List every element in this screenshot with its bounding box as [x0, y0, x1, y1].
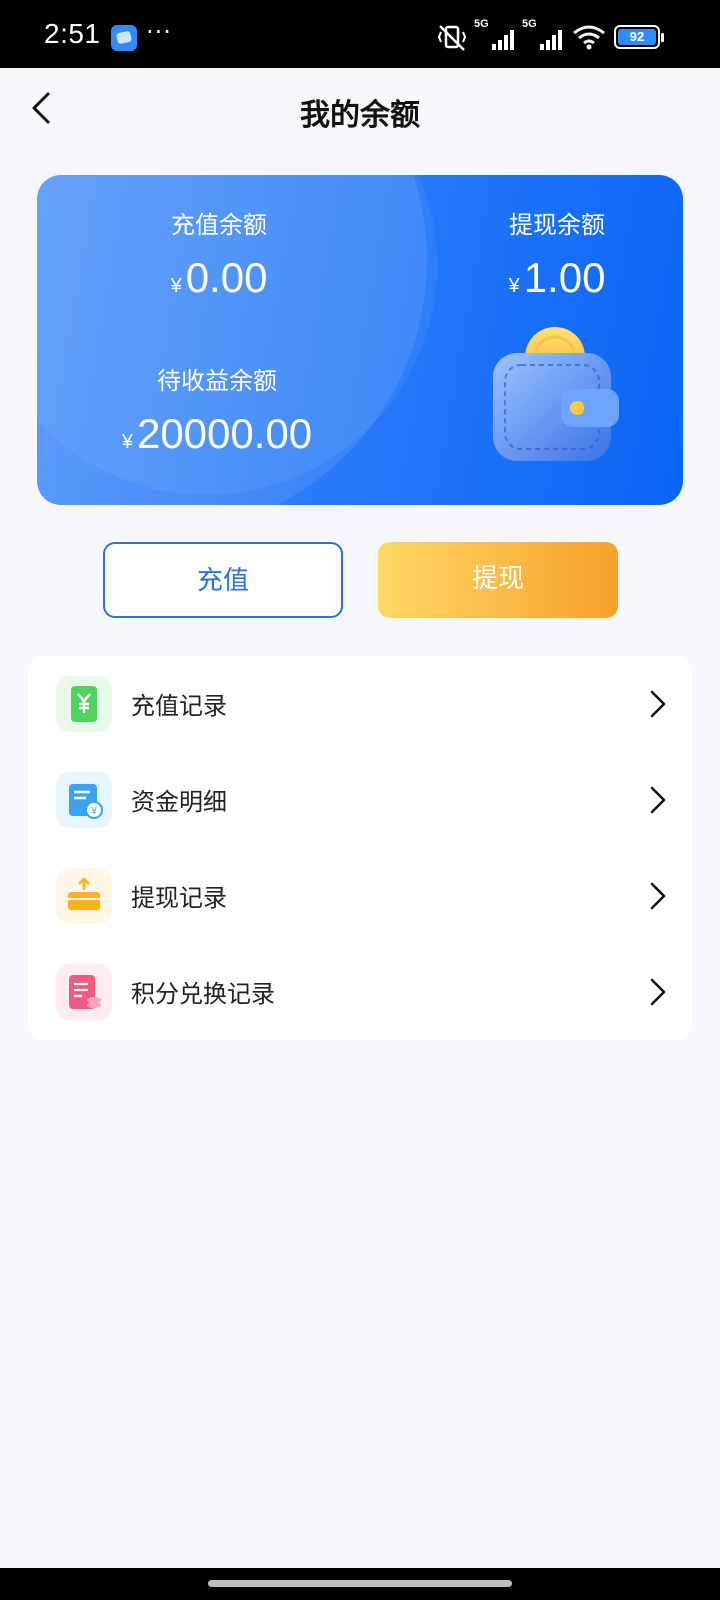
recharge-balance-label: 充值余额	[171, 211, 267, 239]
menu-item-fund-detail[interactable]: ¥ 资金明细	[28, 752, 692, 848]
record-menu: 充值记录 ¥ 资金明细 提现记录 积分兑换记录	[28, 656, 692, 1040]
menu-item-label: 资金明细	[131, 788, 227, 816]
app-notification-icon	[111, 25, 137, 51]
points-exchange-icon	[56, 964, 112, 1020]
page-title: 我的余额	[300, 98, 420, 133]
withdraw-balance-label: 提现余额	[509, 211, 605, 239]
svg-text:¥: ¥	[90, 806, 97, 817]
signal-icon-2: 5G	[522, 18, 566, 50]
recharge-button[interactable]: 充值	[103, 542, 343, 618]
menu-item-recharge-record[interactable]: 充值记录	[28, 656, 692, 752]
battery-icon: 92	[614, 25, 664, 49]
chevron-right-icon	[650, 978, 666, 1006]
nav-header: 我的余额	[0, 68, 720, 152]
recharge-balance: 充值余额 ¥0.00	[119, 205, 319, 302]
menu-item-label: 积分兑换记录	[131, 980, 275, 1008]
menu-item-label: 充值记录	[131, 692, 227, 720]
withdraw-record-icon	[56, 868, 112, 924]
withdraw-button[interactable]: 提现	[378, 542, 618, 618]
menu-item-withdraw-record[interactable]: 提现记录	[28, 848, 692, 944]
recharge-balance-amount: ¥0.00	[170, 254, 268, 301]
pending-balance-label: 待收益余额	[157, 367, 277, 395]
balance-card: 充值余额 ¥0.00 提现余额 ¥1.00 待收益余额 ¥20000.00	[37, 175, 683, 505]
chevron-right-icon	[650, 786, 666, 814]
menu-item-label: 提现记录	[131, 884, 227, 912]
pending-balance-amount: ¥20000.00	[121, 410, 313, 457]
wallet-icon	[493, 327, 619, 461]
pending-balance: 待收益余额 ¥20000.00	[77, 361, 357, 458]
chevron-right-icon	[650, 690, 666, 718]
home-indicator[interactable]	[208, 1580, 512, 1587]
status-bar: 2:51 ··· 5G 5G 92	[0, 0, 720, 68]
recharge-record-icon	[56, 676, 112, 732]
fund-detail-icon: ¥	[56, 772, 112, 828]
wifi-icon	[573, 25, 605, 50]
menu-item-points-exchange[interactable]: 积分兑换记录	[28, 944, 692, 1040]
battery-level: 92	[618, 29, 656, 45]
vibrate-off-icon	[437, 25, 467, 51]
status-more: ···	[146, 18, 172, 46]
withdraw-balance-amount: ¥1.00	[508, 254, 606, 301]
status-time: 2:51	[44, 18, 101, 49]
home-indicator-bar	[0, 1568, 720, 1600]
chevron-right-icon	[650, 882, 666, 910]
signal-icon: 5G	[474, 18, 518, 50]
withdraw-balance: 提现余额 ¥1.00	[457, 205, 657, 302]
